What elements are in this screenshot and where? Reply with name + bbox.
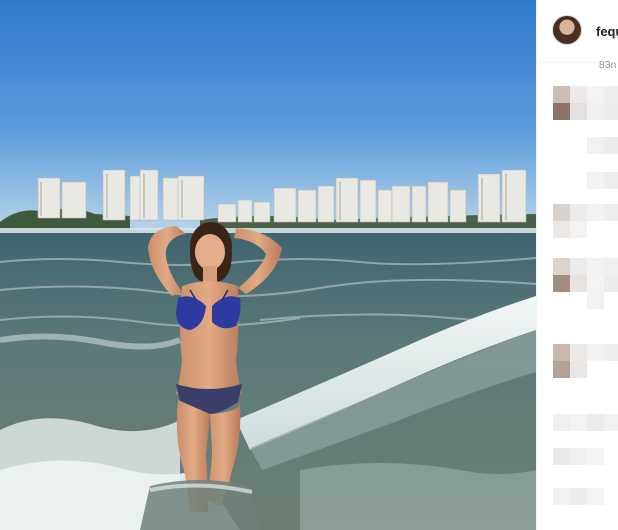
blurred-comment [553,86,618,156]
post-timestamp: 83n [597,60,618,71]
blurred-comment [553,344,618,394]
blurred-comment [553,488,618,522]
post-side-panel: fequ 83n [536,0,618,530]
avatar[interactable] [552,15,582,45]
blurred-comment [553,258,618,318]
blurred-comment [553,414,618,466]
instagram-post-view: fequ 83n [0,0,618,530]
beach-photo-illustration [0,0,536,530]
blurred-comment [553,172,618,202]
post-photo[interactable] [0,0,536,530]
post-header: fequ [537,0,618,63]
blurred-comment [553,204,618,244]
username-link[interactable]: fequ [596,24,618,39]
